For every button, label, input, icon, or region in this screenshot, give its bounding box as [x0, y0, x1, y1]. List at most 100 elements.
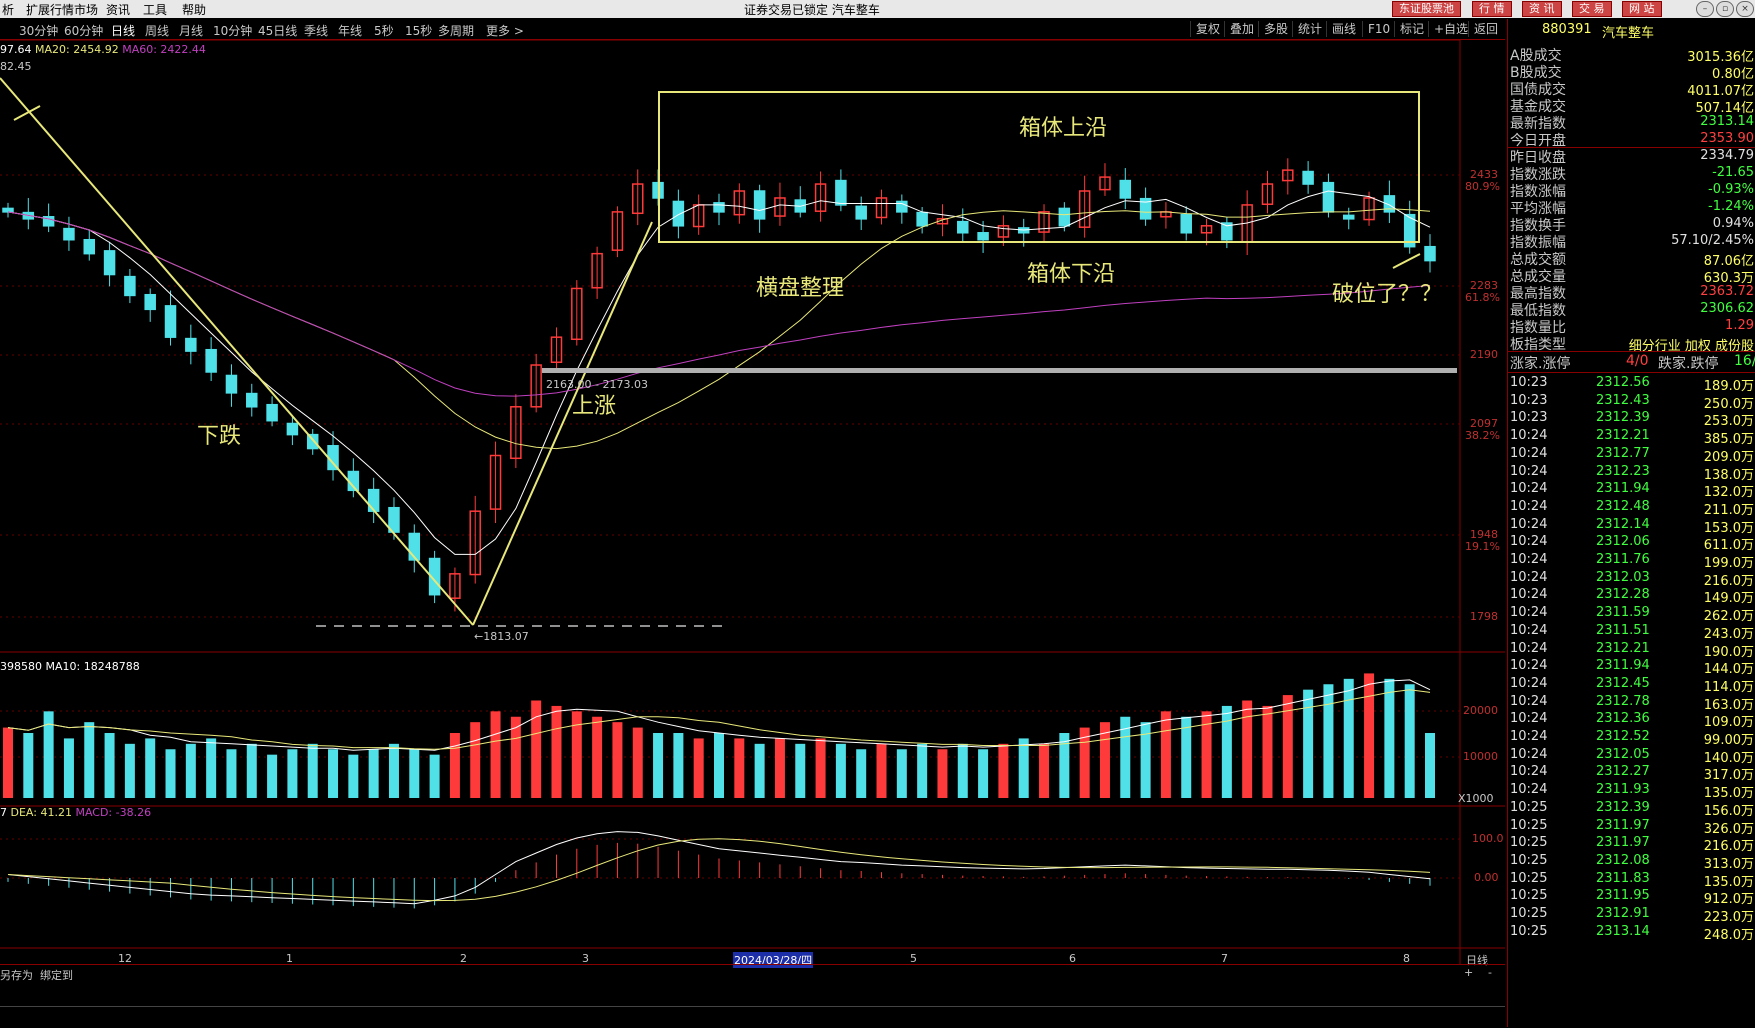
period-weekly[interactable]: 周线	[145, 22, 169, 39]
volume-bar	[307, 743, 318, 798]
market-button[interactable]: 行 情	[1472, 1, 1512, 17]
support-band	[542, 368, 1457, 373]
minimize-icon[interactable]: –	[1696, 1, 1714, 17]
tick-volume: 243.0万	[1703, 626, 1754, 642]
menu-item-analysis[interactable]: 析	[2, 1, 14, 18]
candle-body	[124, 275, 136, 297]
candle-body	[1302, 170, 1314, 185]
period-30min[interactable]: 30分钟	[19, 22, 58, 39]
tick-time: 10:24	[1510, 605, 1548, 621]
volume-bar	[1160, 711, 1171, 798]
tool-draw[interactable]: 画线	[1326, 21, 1361, 37]
tick-price: 2311.76	[1596, 552, 1650, 567]
tick-volume: 248.0万	[1703, 927, 1754, 943]
annotation-breakdown: 破位了？？	[1332, 282, 1443, 307]
volume-bar	[1404, 684, 1415, 798]
tool-stats[interactable]: 统计	[1292, 21, 1327, 37]
bind-to-button[interactable]: 绑定到	[40, 967, 73, 983]
tick-volume: 140.0万	[1703, 750, 1754, 766]
period-monthly[interactable]: 月线	[179, 22, 203, 39]
candle-body	[1119, 179, 1132, 199]
axis-pct-label: 80.9%	[1465, 180, 1500, 193]
panel-divider	[1508, 351, 1755, 352]
menu-item-news[interactable]: 资讯	[106, 1, 130, 18]
tool-mark[interactable]: 标记	[1394, 21, 1429, 37]
stock-pool-button[interactable]: 东证股票池	[1392, 1, 1461, 17]
tick-volume: 250.0万	[1703, 396, 1754, 412]
tick-time: 10:24	[1510, 481, 1548, 497]
stat-value: 1.29	[1725, 318, 1754, 333]
menu-item-help[interactable]: 帮助	[182, 1, 206, 18]
tick-time: 10:23	[1510, 375, 1548, 390]
volume-bar	[145, 738, 156, 798]
menu-item-ext-market[interactable]: 扩展行情市场	[26, 1, 98, 18]
website-button[interactable]: 网 站	[1622, 1, 1662, 17]
tick-volume: 262.0万	[1703, 609, 1754, 625]
volume-bar	[612, 722, 623, 798]
period-quarter[interactable]: 季线	[304, 22, 328, 39]
period-5sec[interactable]: 5秒	[374, 22, 394, 39]
tool-f10[interactable]: F10	[1362, 21, 1395, 37]
candle-body	[1058, 207, 1071, 227]
volume-bar	[328, 749, 339, 798]
tool-back[interactable]: 返回	[1468, 21, 1503, 37]
candle-body	[103, 250, 116, 276]
volume-bar	[774, 738, 785, 798]
save-as-button[interactable]: 另存为	[0, 967, 33, 983]
macd-axis-label: 0.00	[1474, 871, 1499, 884]
bottom-toolbar: 另存为 绑定到 + -	[0, 964, 1505, 982]
restore-icon[interactable]: ▫	[1716, 1, 1734, 17]
volume-bar	[23, 733, 34, 798]
tick-price: 2312.14	[1596, 516, 1650, 532]
period-daily[interactable]: 日线	[111, 22, 135, 39]
tick-volume: 385.0万	[1703, 432, 1754, 448]
volume-bar	[348, 754, 359, 798]
zoom-in-icon[interactable]: +	[1464, 966, 1473, 979]
candle-body	[144, 293, 156, 311]
news-button[interactable]: 资 讯	[1522, 1, 1562, 17]
tick-volume: 211.0万	[1703, 502, 1754, 518]
period-year[interactable]: 年线	[338, 22, 362, 39]
volume-bar	[856, 749, 867, 798]
volume-bar	[1303, 689, 1314, 798]
period-45day[interactable]: 45日线	[258, 22, 297, 39]
panel-header: 880391 汽车整车	[1508, 19, 1755, 41]
volume-bar	[3, 727, 13, 798]
period-multi[interactable]: 多周期	[438, 22, 474, 39]
tool-adjust[interactable]: 复权	[1190, 21, 1225, 37]
volume-bar	[632, 727, 643, 798]
period-more[interactable]: 更多 >	[486, 22, 524, 39]
candle-body	[672, 200, 685, 227]
period-60min[interactable]: 60分钟	[64, 22, 103, 39]
tick-price: 2312.21	[1596, 428, 1650, 444]
tick-price: 2311.94	[1596, 481, 1650, 497]
period-10min[interactable]: 10分钟	[213, 22, 252, 39]
menu-item-tools[interactable]: 工具	[143, 1, 167, 18]
tool-multi[interactable]: 多股	[1258, 21, 1293, 37]
tick-time: 10:24	[1510, 675, 1548, 691]
volume-bar	[531, 700, 542, 798]
tool-overlay[interactable]: 叠加	[1224, 21, 1259, 37]
candle-body	[713, 202, 725, 213]
tick-time: 10:24	[1510, 516, 1548, 532]
kline-chart[interactable]	[0, 40, 1505, 964]
tick-price: 2311.93	[1596, 782, 1650, 798]
tick-volume: 109.0万	[1703, 715, 1754, 731]
period-15sec[interactable]: 15秒	[405, 22, 432, 39]
trade-button[interactable]: 交 易	[1572, 1, 1612, 17]
stat-value: 0.94%	[1712, 216, 1754, 231]
volume-bar	[714, 733, 724, 798]
zoom-out-icon[interactable]: -	[1488, 966, 1492, 979]
candle-body	[977, 232, 989, 241]
volume-bar	[551, 705, 562, 798]
volume-bar	[409, 749, 420, 798]
panel-divider	[1508, 372, 1755, 373]
tool-watchlist[interactable]: +自选	[1428, 21, 1473, 37]
tick-price: 2312.23	[1596, 463, 1650, 479]
tick-time: 10:24	[1510, 552, 1548, 567]
close-icon[interactable]: ×	[1736, 1, 1754, 17]
tick-price: 2312.78	[1596, 693, 1650, 709]
volume-bar	[835, 743, 846, 798]
tick-price: 2312.52	[1596, 729, 1650, 744]
axis-price-label: 1798	[1470, 610, 1498, 623]
